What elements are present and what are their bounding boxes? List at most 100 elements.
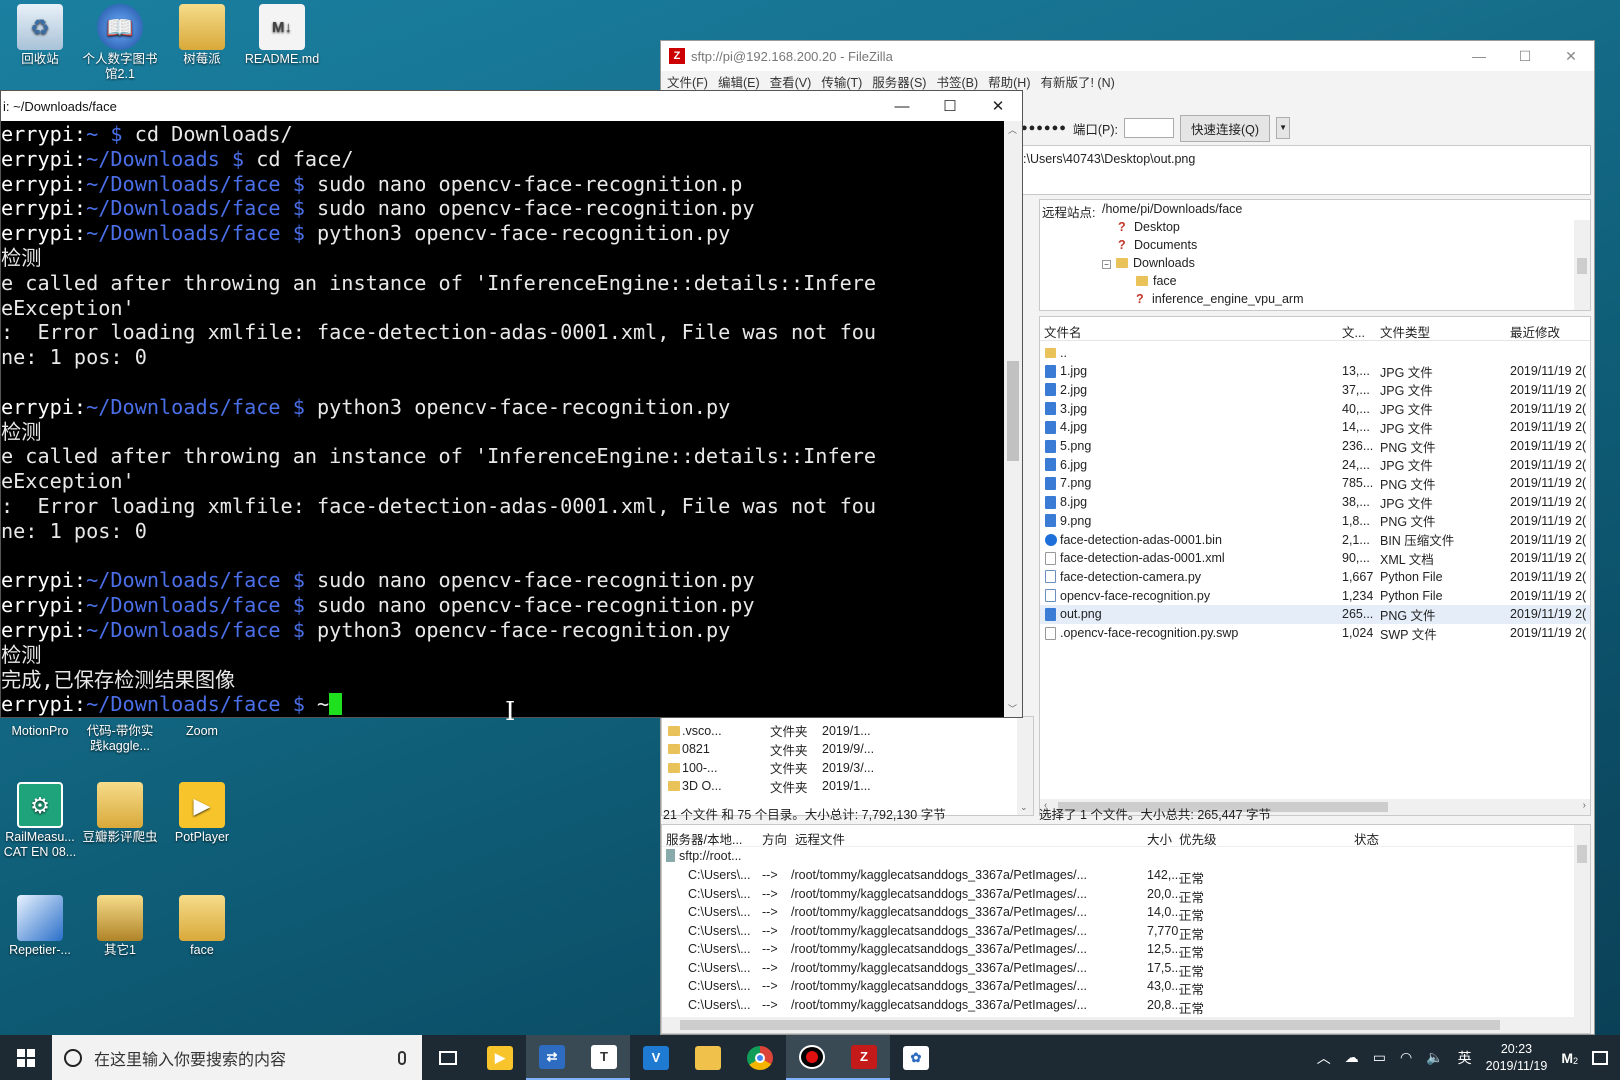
file-row[interactable]: opencv-face-recognition.py 1,234 Python Fi… — [1040, 586, 1590, 605]
terminal-close-button[interactable]: ✕ — [974, 91, 1022, 121]
tray-overflow-icon[interactable]: ︿ — [1317, 1048, 1331, 1068]
action-center-icon[interactable] — [1592, 1050, 1608, 1065]
terminal-scroll-thumb[interactable] — [1007, 361, 1019, 461]
menu-view[interactable]: 查看(V) — [770, 72, 812, 91]
wifi-icon[interactable]: ◠ — [1400, 1049, 1412, 1066]
menu-file[interactable]: 文件(F) — [667, 72, 708, 91]
tree-scrollbar[interactable] — [1574, 220, 1590, 310]
file-row[interactable]: 3.jpg 40,... JPG 文件 2019/11/19 2( — [1040, 399, 1590, 418]
file-row[interactable]: 5.png 236... PNG 文件 2019/11/19 2( — [1040, 437, 1590, 456]
file-row[interactable]: 8.jpg 38,... JPG 文件 2019/11/19 2( — [1040, 493, 1590, 512]
maximize-button[interactable]: ☐ — [1502, 41, 1548, 71]
taskbar-app-typora[interactable]: T — [578, 1035, 630, 1080]
queue-row[interactable]: C:\Users\... --> /root/tommy/kagglecatsand… — [662, 961, 1574, 980]
volume-icon[interactable]: 🔈 — [1426, 1049, 1443, 1066]
file-row[interactable]: 7.png 785... PNG 文件 2019/11/19 2( — [1040, 474, 1590, 493]
scroll-down-icon[interactable]: ﹀ — [1008, 702, 1017, 715]
local-file-row[interactable]: 3D O... 文件夹 2019/1... — [662, 777, 1017, 796]
queue-row[interactable]: C:\Users\... --> /root/tommy/kagglecatsand… — [662, 924, 1574, 943]
desktop-icon-raspberry-folder[interactable]: 树莓派 — [163, 4, 241, 67]
queue-col-status[interactable]: 状态 — [1354, 829, 1379, 848]
microphone-icon[interactable] — [398, 1050, 406, 1065]
file-row[interactable]: 1.jpg 13,... JPG 文件 2019/11/19 2( — [1040, 362, 1590, 381]
tree-item-downloads[interactable]: − Downloads — [1102, 256, 1195, 270]
desktop-icon-repetier[interactable]: Repetier-... — [1, 895, 79, 958]
taskbar-app-potplayer[interactable]: ▶ — [474, 1035, 526, 1080]
file-row[interactable]: out.png 265... PNG 文件 2019/11/19 2( — [1040, 604, 1590, 624]
queue-hscroll[interactable] — [662, 1017, 1590, 1033]
quickconnect-dropdown-icon[interactable]: ▼ — [1276, 117, 1291, 139]
filezilla-titlebar[interactable]: Z sftp://pi@192.168.200.20 - FileZilla —… — [661, 41, 1594, 71]
battery-icon[interactable]: ▭ — [1373, 1049, 1386, 1066]
local-file-row[interactable]: .vsco... 文件夹 2019/1... — [662, 721, 1017, 740]
menu-edit[interactable]: 编辑(E) — [718, 72, 760, 91]
menu-help[interactable]: 帮助(H) — [988, 72, 1030, 91]
desktop-icon-readme[interactable]: M↓ README.md — [243, 4, 321, 67]
close-button[interactable]: ✕ — [1548, 41, 1594, 71]
column-filename[interactable]: 文件名 — [1044, 322, 1082, 341]
taskbar-search[interactable]: 在这里输入你要搜索的内容 — [52, 1035, 422, 1080]
queue-row[interactable]: C:\Users\... --> /root/tommy/kagglecatsand… — [662, 998, 1574, 1017]
file-row[interactable]: face-detection-adas-0001.bin 2,1... BIN 压缩… — [1040, 530, 1590, 549]
taskbar-app-vscode[interactable]: V — [630, 1035, 682, 1080]
queue-col-server[interactable]: 服务器/本地... — [666, 829, 742, 848]
desktop-icon-douban-spider[interactable]: 豆瓣影评爬虫 — [81, 782, 159, 845]
column-modified[interactable]: 最近修改 — [1510, 322, 1560, 341]
desktop-icon-kaggle-course[interactable]: 代码-带你实践kaggle... — [81, 724, 159, 754]
collapse-icon[interactable]: − — [1102, 260, 1111, 269]
scroll-down-icon[interactable]: ⌄ — [1020, 802, 1028, 813]
desktop-icon-face[interactable]: face — [163, 895, 241, 958]
file-row[interactable]: face-detection-camera.py 1,667 Python File… — [1040, 567, 1590, 586]
queue-server-row[interactable]: sftp://root... — [666, 849, 742, 863]
taskbar-app-recorder[interactable] — [786, 1035, 838, 1080]
notification-badge[interactable]: M2 — [1561, 1050, 1578, 1066]
local-file-row[interactable]: 0821 文件夹 2019/9/... — [662, 740, 1017, 759]
terminal-maximize-button[interactable]: ☐ — [926, 91, 974, 121]
file-row[interactable]: 4.jpg 14,... JPG 文件 2019/11/19 2( — [1040, 418, 1590, 437]
tree-item-face[interactable]: face — [1136, 274, 1177, 288]
terminal-minimize-button[interactable]: — — [878, 91, 926, 121]
column-type[interactable]: 文件类型 — [1380, 322, 1430, 341]
menu-server[interactable]: 服务器(S) — [872, 72, 926, 91]
port-input[interactable] — [1124, 118, 1175, 138]
desktop-icon-zoom[interactable]: Zoom — [163, 724, 241, 739]
taskbar-app-chrome[interactable] — [734, 1035, 786, 1080]
file-row[interactable]: face-detection-adas-0001.xml 90,... XML 文档… — [1040, 549, 1590, 568]
queue-row[interactable]: C:\Users\... --> /root/tommy/kagglecatsand… — [662, 905, 1574, 924]
scroll-right-icon[interactable]: › — [1583, 800, 1586, 811]
file-row[interactable]: .opencv-face-recognition.py.swp 1,024 SWP … — [1040, 624, 1590, 643]
menu-transfer[interactable]: 传输(T) — [821, 72, 862, 91]
tree-item-inference-engine[interactable]: ? inference_engine_vpu_arm — [1136, 292, 1304, 306]
terminal-scrollbar[interactable]: ︿ ﹀ — [1004, 121, 1022, 717]
desktop-icon-digital-library[interactable]: 📖 个人数字图书馆2.1 — [81, 4, 159, 82]
desktop-icon-railmeasure[interactable]: ⚙ RailMeasu... CAT EN 08... — [1, 782, 79, 860]
desktop-icon-potplayer[interactable]: ▶ PotPlayer — [163, 782, 241, 845]
menu-new-version[interactable]: 有新版了! (N) — [1040, 72, 1114, 91]
local-vscroll[interactable]: ⌄ — [1017, 717, 1033, 815]
queue-row[interactable]: C:\Users\... --> /root/tommy/kagglecatsand… — [662, 887, 1574, 906]
column-size[interactable]: 文... — [1342, 322, 1365, 341]
queue-vscroll[interactable] — [1574, 825, 1590, 1017]
terminal-output[interactable]: errypi:~ $ cd Downloads/errypi:~/Downloa… — [1, 121, 1004, 717]
file-row[interactable]: .. — [1040, 343, 1590, 362]
queue-col-remote[interactable]: 远程文件 — [795, 829, 845, 848]
file-row[interactable]: 2.jpg 37,... JPG 文件 2019/11/19 2( — [1040, 380, 1590, 399]
minimize-button[interactable]: — — [1456, 41, 1502, 71]
clock[interactable]: 20:23 2019/11/19 — [1486, 1041, 1548, 1075]
desktop-icon-motionpro[interactable]: MotionPro — [1, 724, 79, 739]
taskbar-app-filezilla[interactable]: Z — [838, 1035, 890, 1080]
ime-indicator[interactable]: 英 — [1458, 1048, 1472, 1068]
desktop-icon-recycle-bin[interactable]: ♻ 回收站 — [1, 4, 79, 67]
queue-row[interactable]: C:\Users\... --> /root/tommy/kagglecatsand… — [662, 942, 1574, 961]
queue-row[interactable]: C:\Users\... --> /root/tommy/kagglecatsand… — [662, 868, 1574, 887]
scroll-up-icon[interactable]: ︿ — [1008, 123, 1017, 136]
queue-col-size[interactable]: 大小 — [1147, 829, 1172, 848]
taskbar-app-explorer[interactable] — [682, 1035, 734, 1080]
desktop-icon-other1[interactable]: 其它1 — [81, 895, 159, 958]
local-file-row[interactable]: 100-... 文件夹 2019/3/... — [662, 758, 1017, 777]
queue-col-priority[interactable]: 优先级 — [1179, 829, 1217, 848]
terminal-titlebar[interactable]: i: ~/Downloads/face — ☐ ✕ — [1, 91, 1022, 121]
tree-item-documents[interactable]: ? Documents — [1118, 238, 1197, 252]
password-field[interactable]: ●●●●●● — [1021, 122, 1067, 134]
queue-row[interactable]: C:\Users\... --> /root/tommy/kagglecatsand… — [662, 979, 1574, 998]
